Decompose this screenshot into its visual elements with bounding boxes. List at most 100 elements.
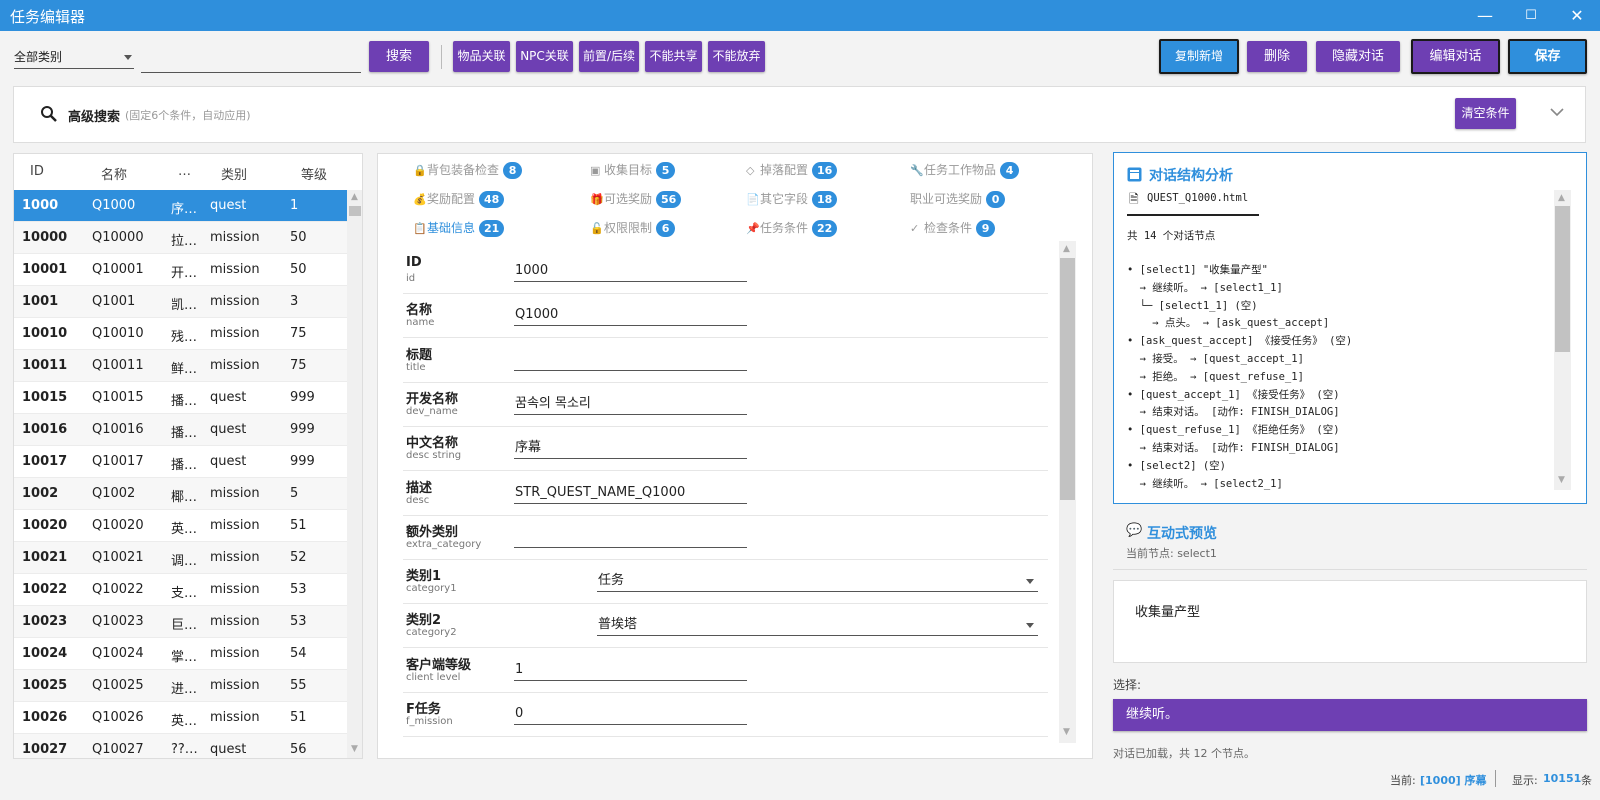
table-row[interactable]: 10001 Q10001 开… mission 50 — [14, 254, 347, 286]
cell-level: 54 — [290, 646, 307, 661]
clear-conditions-button[interactable]: 清空条件 — [1455, 98, 1516, 129]
cell-id: 10000 — [22, 230, 68, 245]
tab-9[interactable]: 📋基础信息 21 — [413, 219, 505, 237]
field-input[interactable] — [514, 526, 747, 548]
cell-id: 10024 — [22, 646, 68, 661]
hide-dialog-button[interactable]: 隐藏对话 — [1316, 41, 1400, 72]
choice-button[interactable]: 继续听。 — [1113, 699, 1587, 731]
tab-2[interactable]: ▣ 收集目标 5 — [590, 161, 676, 179]
item-link-button[interactable]: 物品关联 — [453, 41, 510, 72]
field-input[interactable]: 꿈속의 목소리 — [514, 393, 747, 415]
field-input[interactable]: 序幕 — [514, 437, 747, 460]
table-row[interactable]: 10023 Q10023 巨… mission 53 — [14, 606, 347, 638]
column-header-desc[interactable]: … — [178, 164, 191, 179]
field-label: 客户端等级 — [406, 657, 472, 673]
table-row[interactable]: 10024 Q10024 掌… mission 54 — [14, 638, 347, 670]
category-select[interactable]: 全部类别 — [14, 47, 134, 69]
cell-name: Q10001 — [92, 262, 144, 277]
table-row[interactable]: 10022 Q10022 支… mission 53 — [14, 574, 347, 606]
minimize-button[interactable]: — — [1462, 0, 1508, 31]
column-header-id[interactable]: ID — [30, 164, 44, 179]
cell-name: Q1001 — [92, 294, 136, 309]
status-current-label: 当前: — [1390, 774, 1416, 787]
search-input[interactable] — [141, 47, 361, 73]
cell-type: mission — [210, 550, 260, 565]
edit-dialog-button[interactable]: 编辑对话 — [1411, 39, 1500, 74]
tab-8[interactable]: 职业可选奖励 0 — [910, 190, 1006, 208]
field-select[interactable]: 普埃塔 — [597, 614, 1038, 637]
field-input[interactable]: 1000 — [514, 260, 747, 282]
quest-list-scrollbar[interactable] — [347, 190, 362, 758]
table-row[interactable]: 10025 Q10025 进… mission 55 — [14, 670, 347, 702]
save-button[interactable]: 保存 — [1508, 39, 1587, 74]
field-select-value: 普埃塔 — [598, 617, 638, 633]
table-row[interactable]: 10010 Q10010 残… mission 75 — [14, 318, 347, 350]
field-key: desc string — [406, 450, 462, 462]
tab-7[interactable]: 📄其它字段 18 — [746, 190, 838, 208]
field-select[interactable]: 任务 — [597, 570, 1038, 593]
column-header-level[interactable]: 等级 — [301, 164, 327, 183]
chevron-down-icon[interactable] — [1550, 107, 1564, 117]
table-row[interactable]: 10016 Q10016 播… quest 999 — [14, 414, 347, 446]
field-input[interactable] — [514, 349, 747, 371]
field-input[interactable]: STR_QUEST_NAME_Q1000 — [514, 482, 747, 504]
cell-name: Q1000 — [92, 198, 136, 213]
table-row[interactable]: 1001 Q1001 凯… mission 3 — [14, 286, 347, 318]
field-input[interactable]: Q1000 — [514, 304, 747, 327]
column-header-type[interactable]: 类别 — [221, 164, 247, 183]
cell-name: Q10017 — [92, 454, 144, 469]
tab-label: 收集目标 — [604, 163, 653, 177]
caret-down-icon — [1026, 623, 1034, 629]
tree-scroll-down-icon[interactable]: ▼ — [1558, 475, 1565, 485]
delete-button[interactable]: 删除 — [1247, 41, 1307, 72]
tab-4[interactable]: 🔧任务工作物品 4 — [910, 161, 1020, 179]
quest-list-scrollbar-thumb[interactable] — [349, 206, 361, 216]
tab-count-badge: 48 — [479, 191, 505, 208]
unlock-icon: 🔓 — [590, 222, 604, 235]
cell-level: 53 — [290, 614, 307, 629]
cell-level: 1 — [290, 198, 299, 213]
table-row[interactable]: 10000 Q10000 拉… mission 50 — [14, 222, 347, 254]
no-abandon-button[interactable]: 不能放弃 — [708, 41, 765, 72]
table-row[interactable]: 10020 Q10020 英… mission 51 — [14, 510, 347, 542]
column-header-name[interactable]: 名称 — [101, 164, 127, 183]
table-row[interactable]: 10015 Q10015 播… quest 999 — [14, 382, 347, 414]
field-input[interactable]: 0 — [514, 703, 747, 725]
field-label: ID — [406, 255, 422, 270]
field-label: 类别2 — [406, 613, 442, 629]
npc-link-button[interactable]: NPC关联 — [516, 41, 573, 72]
maximize-button[interactable]: ☐ — [1508, 0, 1554, 31]
scroll-up-arrow-icon[interactable]: ▲ — [351, 192, 358, 202]
detail-scroll-down-icon[interactable]: ▼ — [1063, 727, 1070, 737]
tab-5[interactable]: 💰奖励配置 48 — [413, 190, 505, 208]
tab-6[interactable]: 🎁可选奖励 56 — [590, 190, 682, 208]
detail-scroll-up-icon[interactable]: ▲ — [1063, 244, 1070, 254]
tab-label: 其它字段 — [760, 192, 809, 206]
tab-12[interactable]: ✓ 检查条件 9 — [910, 219, 996, 237]
table-row[interactable]: 10027 Q10027 ??… quest 56 — [14, 734, 347, 758]
cell-type: quest — [210, 198, 247, 213]
search-button[interactable]: 搜索 — [369, 41, 429, 72]
no-share-button[interactable]: 不能共享 — [645, 41, 702, 72]
tree-scroll-up-icon[interactable]: ▲ — [1558, 193, 1565, 203]
table-row[interactable]: 10021 Q10021 调… mission 52 — [14, 542, 347, 574]
cell-name: Q10022 — [92, 582, 144, 597]
tab-1[interactable]: 🔒背包装备检查 8 — [413, 161, 523, 179]
tab-3[interactable]: ◇ 掉落配置 16 — [746, 161, 838, 179]
prev-next-button[interactable]: 前置/后续 — [579, 41, 639, 72]
field-key: f_mission — [406, 716, 453, 727]
scroll-down-arrow-icon[interactable]: ▼ — [351, 744, 358, 754]
table-row[interactable]: 1002 Q1002 椰… mission 5 — [14, 478, 347, 510]
dialog-tree-scrollbar-thumb[interactable] — [1555, 206, 1570, 352]
tab-11[interactable]: 📌任务条件 22 — [746, 219, 838, 237]
lock-icon: 🔒 — [413, 164, 427, 177]
table-row[interactable]: 1000 Q1000 序… quest 1 — [14, 190, 347, 222]
tab-10[interactable]: 🔓权限限制 6 — [590, 219, 676, 237]
table-row[interactable]: 10011 Q10011 鲜… mission 75 — [14, 350, 347, 382]
close-button[interactable]: ✕ — [1554, 0, 1600, 31]
field-input[interactable]: 1 — [514, 659, 747, 681]
table-row[interactable]: 10026 Q10026 英… mission 51 — [14, 702, 347, 734]
copy-new-button[interactable]: 复制新增 — [1159, 39, 1239, 74]
detail-scrollbar-thumb[interactable] — [1060, 258, 1075, 500]
table-row[interactable]: 10017 Q10017 播… quest 999 — [14, 446, 347, 478]
